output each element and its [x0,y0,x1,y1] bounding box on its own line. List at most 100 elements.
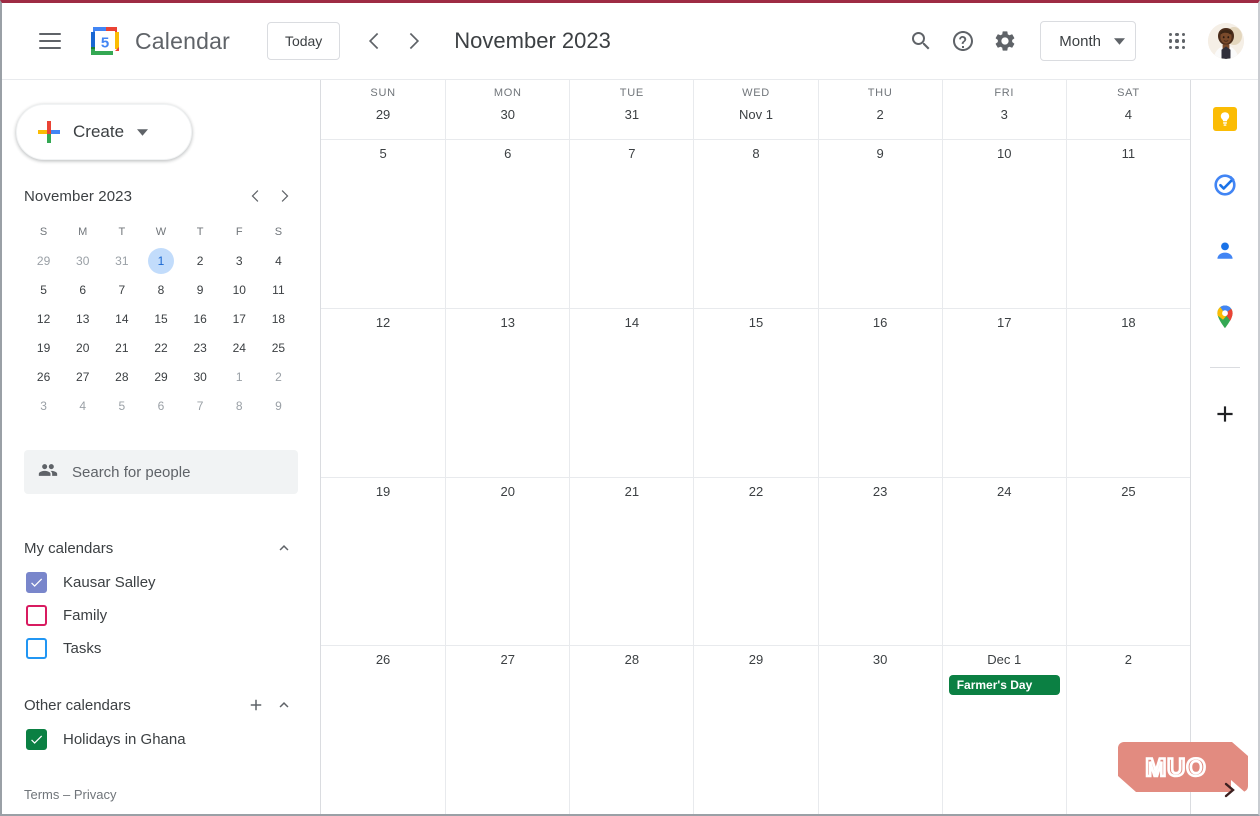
mini-calendar-day[interactable]: 12 [24,304,63,333]
day-cell[interactable]: 27 [445,646,569,814]
day-number[interactable]: 20 [500,484,514,499]
day-cell[interactable]: 2 [1065,646,1190,814]
day-cell[interactable]: Dec 1 Farmer's Day [941,646,1066,814]
my-calendar-item[interactable]: Family [24,599,298,632]
mini-calendar-day[interactable]: 6 [141,391,180,420]
day-number[interactable]: 8 [752,146,759,161]
search-for-people-input[interactable]: Search for people [24,450,298,494]
mini-calendar-day[interactable]: 23 [181,333,220,362]
weekday-header-cell[interactable]: SAT 4 [1065,80,1190,139]
weekday-header-cell[interactable]: MON 30 [445,80,569,139]
mini-calendar-day[interactable]: 30 [181,362,220,391]
weekday-date-number[interactable]: Nov 1 [739,107,773,122]
keep-icon[interactable] [1207,101,1243,137]
mini-calendar-day[interactable]: 8 [220,391,259,420]
mini-calendar-day[interactable]: 4 [63,391,102,420]
day-cell[interactable]: 10 [941,140,1066,308]
day-number[interactable]: 9 [877,146,884,161]
day-cell[interactable]: 14 [569,308,693,477]
weekday-header-cell[interactable]: TUE 31 [569,80,693,139]
mini-calendar-day[interactable]: 4 [259,246,298,275]
weekday-date-number[interactable]: 4 [1125,107,1132,122]
day-cell[interactable]: 16 [817,308,942,477]
day-cell[interactable]: 15 [693,308,817,477]
mini-calendar-day[interactable]: 28 [102,362,141,391]
mini-calendar-day[interactable]: 7 [102,275,141,304]
day-number[interactable]: 21 [625,484,639,499]
mini-calendar-day[interactable]: 9 [181,275,220,304]
day-cell[interactable]: 26 [321,646,445,814]
mini-calendar-day[interactable]: 3 [24,391,63,420]
checkbox-checked-icon[interactable] [26,729,47,750]
mini-calendar-day[interactable]: 15 [141,304,180,333]
mini-calendar-next-button[interactable] [270,182,298,210]
mini-calendar-day[interactable]: 18 [259,304,298,333]
checkbox-checked-icon[interactable] [26,572,47,593]
day-number[interactable]: 26 [376,652,390,667]
view-selector[interactable]: Month [1040,21,1136,61]
checkbox-unchecked-icon[interactable] [26,638,47,659]
day-number[interactable]: 7 [628,146,635,161]
weekday-date-number[interactable]: 29 [376,107,390,122]
day-cell[interactable]: 30 [817,646,942,814]
day-number[interactable]: 30 [873,652,887,667]
mini-calendar-day[interactable]: 16 [181,304,220,333]
day-cell[interactable]: 8 [693,140,817,308]
day-cell[interactable]: 6 [445,140,569,308]
day-cell[interactable]: 19 [321,478,445,646]
weekday-date-number[interactable]: 2 [877,107,884,122]
mini-calendar-day[interactable]: 6 [63,275,102,304]
day-number[interactable]: 29 [749,652,763,667]
mini-calendar-day[interactable]: 14 [102,304,141,333]
previous-month-button[interactable] [356,22,394,60]
mini-calendar-day[interactable]: 22 [141,333,180,362]
checkbox-unchecked-icon[interactable] [26,605,47,626]
mini-calendar-prev-button[interactable] [242,182,270,210]
my-calendars-collapse-icon[interactable] [270,534,298,562]
day-number[interactable]: 18 [1121,315,1135,330]
mini-calendar-day[interactable]: 26 [24,362,63,391]
mini-calendar-day[interactable]: 3 [220,246,259,275]
weekday-header-cell[interactable]: FRI 3 [941,80,1066,139]
weekday-date-number[interactable]: 30 [500,107,514,122]
mini-calendar-day[interactable]: 13 [63,304,102,333]
my-calendars-header[interactable]: My calendars [24,530,298,566]
mini-calendar-day[interactable]: 11 [259,275,298,304]
day-cell[interactable]: 28 [569,646,693,814]
day-cell[interactable]: 23 [817,477,942,646]
mini-calendar-day[interactable]: 7 [181,391,220,420]
weekday-header-cell[interactable]: WED Nov 1 [693,80,817,139]
weekday-header-cell[interactable]: THU 2 [817,80,942,139]
mini-calendar-day[interactable]: 21 [102,333,141,362]
day-cell[interactable]: 29 [693,646,817,814]
day-cell[interactable]: 21 [569,477,693,646]
calendar-logo-and-title[interactable]: 5 Calendar [87,23,230,59]
day-number[interactable]: 15 [749,315,763,330]
other-calendars-collapse-icon[interactable] [270,691,298,719]
mini-calendar-day[interactable]: 10 [220,275,259,304]
mini-calendar-day[interactable]: 1 [141,246,180,275]
day-number[interactable]: 24 [997,484,1011,499]
my-calendar-item[interactable]: Tasks [24,632,298,665]
contacts-icon[interactable] [1207,233,1243,269]
day-cell[interactable]: 5 [321,140,445,308]
create-button[interactable]: Create [16,104,192,160]
day-cell[interactable]: 11 [1065,140,1190,308]
day-number[interactable]: 25 [1121,484,1135,499]
mini-calendar-day[interactable]: 5 [102,391,141,420]
day-number[interactable]: 10 [997,146,1011,161]
terms-link[interactable]: Terms [24,787,59,802]
add-other-calendar-icon[interactable] [242,691,270,719]
day-number[interactable]: 11 [1122,146,1136,161]
mini-calendar-day[interactable]: 9 [259,391,298,420]
google-apps-icon[interactable] [1156,20,1198,62]
avatar[interactable] [1208,23,1244,59]
mini-calendar-day[interactable]: 20 [63,333,102,362]
today-button[interactable]: Today [266,22,341,60]
day-cell[interactable]: 9 [817,140,942,308]
calendar-event-chip[interactable]: Farmer's Day [948,675,1060,696]
day-cell[interactable]: 7 [569,140,693,308]
day-number[interactable]: 19 [376,484,390,499]
help-button[interactable] [942,20,984,62]
day-cell[interactable]: 25 [1065,477,1190,646]
